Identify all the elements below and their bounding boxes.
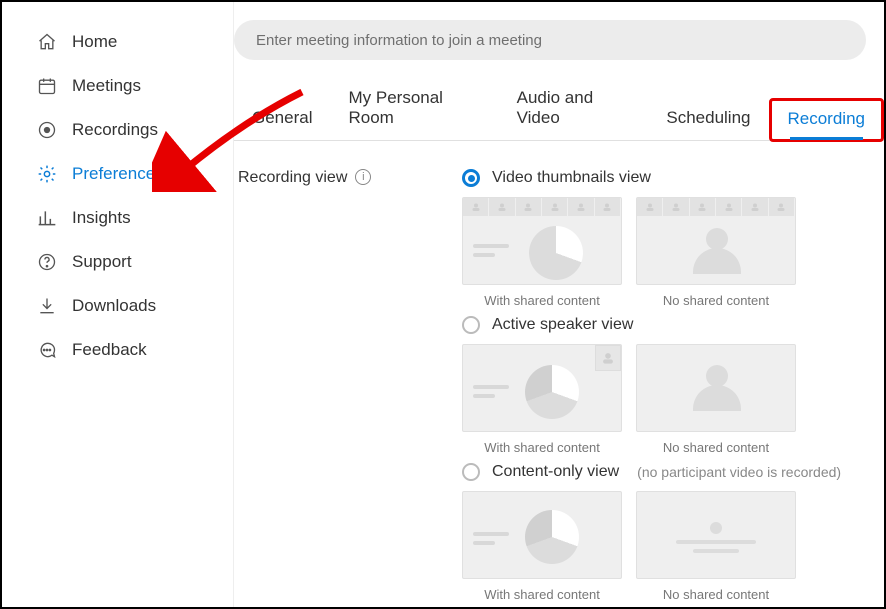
option-header[interactable]: Content-only view (no participant video … xyxy=(462,463,866,481)
search-bar xyxy=(234,20,866,60)
preview-with-shared[interactable]: With shared content xyxy=(462,197,622,308)
preview-caption: With shared content xyxy=(484,440,600,455)
sidebar-item-label: Insights xyxy=(72,208,131,228)
gear-icon xyxy=(36,163,58,185)
option-previews: With shared content No shared content xyxy=(462,491,866,602)
bar-chart-icon xyxy=(36,207,58,229)
option-previews: With shared content xyxy=(462,197,866,308)
option-header[interactable]: Active speaker view xyxy=(462,316,866,334)
record-icon xyxy=(36,119,58,141)
option-video-thumbnails: Video thumbnails view xyxy=(462,169,866,308)
sidebar-item-feedback[interactable]: Feedback xyxy=(2,328,233,372)
sidebar-item-preferences[interactable]: Preferences xyxy=(2,152,233,196)
tabs: General My Personal Room Audio and Video… xyxy=(234,88,884,141)
preview-with-shared[interactable]: With shared content xyxy=(462,344,622,455)
option-label: Active speaker view xyxy=(492,316,633,334)
tab-scheduling[interactable]: Scheduling xyxy=(648,108,768,140)
search-input[interactable] xyxy=(234,20,866,60)
sidebar-item-recordings[interactable]: Recordings xyxy=(2,108,233,152)
option-label: Video thumbnails view xyxy=(492,169,651,187)
help-icon xyxy=(36,251,58,273)
tab-general[interactable]: General xyxy=(234,108,330,140)
sidebar-item-label: Feedback xyxy=(72,340,147,360)
main: General My Personal Room Audio and Video… xyxy=(234,2,884,607)
option-header[interactable]: Video thumbnails view xyxy=(462,169,866,187)
sidebar-item-label: Recordings xyxy=(72,120,158,140)
preview-caption: No shared content xyxy=(663,440,769,455)
preview-caption: No shared content xyxy=(663,587,769,602)
sidebar-item-downloads[interactable]: Downloads xyxy=(2,284,233,328)
section-label-text: Recording view xyxy=(238,169,347,187)
sidebar-item-label: Home xyxy=(72,32,117,52)
preview-caption: With shared content xyxy=(484,587,600,602)
tab-audio-video[interactable]: Audio and Video xyxy=(499,88,649,140)
calendar-icon xyxy=(36,75,58,97)
option-note: (no participant video is recorded) xyxy=(637,464,841,480)
radio-icon[interactable] xyxy=(462,169,480,187)
sidebar-item-label: Preferences xyxy=(72,164,164,184)
sidebar: Home Meetings Recordings Preferences Ins… xyxy=(2,2,234,607)
option-previews: With shared content No shared content xyxy=(462,344,866,455)
section-label: Recording view i xyxy=(234,169,462,602)
option-active-speaker: Active speaker view With shared co xyxy=(462,316,866,455)
radio-icon[interactable] xyxy=(462,316,480,334)
option-content-only: Content-only view (no participant video … xyxy=(462,463,866,602)
tab-recording[interactable]: Recording xyxy=(769,98,885,142)
tab-label: General xyxy=(252,108,312,127)
preview-no-shared[interactable]: No shared content xyxy=(636,197,796,308)
sidebar-item-home[interactable]: Home xyxy=(2,20,233,64)
preview-no-shared[interactable]: No shared content xyxy=(636,491,796,602)
sidebar-item-support[interactable]: Support xyxy=(2,240,233,284)
option-label: Content-only view xyxy=(492,463,619,481)
recording-view-options: Video thumbnails view xyxy=(462,169,884,602)
tab-label: My Personal Room xyxy=(348,88,442,127)
preview-no-shared[interactable]: No shared content xyxy=(636,344,796,455)
preview-with-shared[interactable]: With shared content xyxy=(462,491,622,602)
radio-icon[interactable] xyxy=(462,463,480,481)
tab-label: Scheduling xyxy=(666,108,750,127)
sidebar-item-label: Downloads xyxy=(72,296,156,316)
tab-label: Recording xyxy=(788,109,866,128)
info-icon[interactable]: i xyxy=(355,169,371,185)
chat-icon xyxy=(36,339,58,361)
download-icon xyxy=(36,295,58,317)
sidebar-item-insights[interactable]: Insights xyxy=(2,196,233,240)
sidebar-item-label: Meetings xyxy=(72,76,141,96)
home-icon xyxy=(36,31,58,53)
tab-personal-room[interactable]: My Personal Room xyxy=(330,88,498,140)
preview-caption: With shared content xyxy=(484,293,600,308)
sidebar-item-meetings[interactable]: Meetings xyxy=(2,64,233,108)
preview-caption: No shared content xyxy=(663,293,769,308)
sidebar-item-label: Support xyxy=(72,252,132,272)
tab-label: Audio and Video xyxy=(517,88,594,127)
content: Recording view i Video thumbnails view xyxy=(234,141,884,602)
